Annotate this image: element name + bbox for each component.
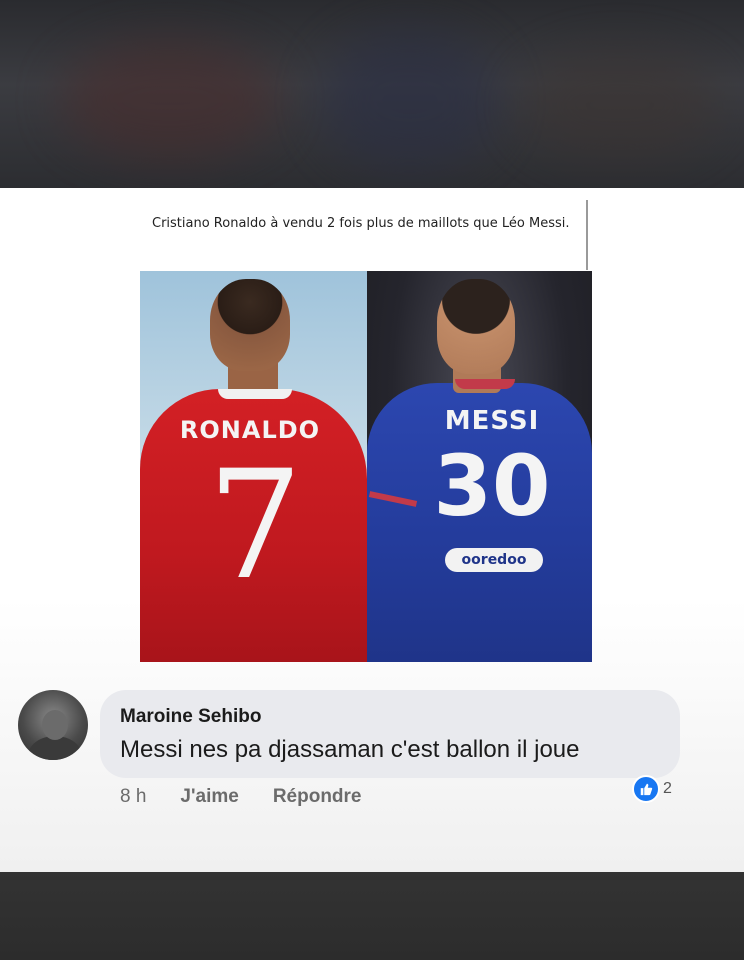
messi-shirt-number: 30 (433, 437, 551, 535)
reaction-count: 2 (663, 780, 672, 797)
like-button[interactable]: J'aime (180, 786, 238, 808)
messi-photo-half: MESSI 30 ooredoo (367, 271, 592, 662)
comment-text: Messi nes pa djassaman c'est ballon il j… (120, 736, 580, 763)
comment-screenshot-panel: Cristiano Ronaldo à vendu 2 fois plus de… (0, 188, 744, 872)
post-photo[interactable]: RONALDO 7 MESSI 30 ooredoo (140, 271, 592, 662)
avatar[interactable] (18, 690, 88, 760)
comment-bubble: Maroine Sehibo Messi nes pa djassaman c'… (100, 690, 680, 778)
thumbs-up-icon (632, 775, 660, 803)
ronaldo-shirt-number: 7 (207, 439, 303, 613)
comment-author[interactable]: Maroine Sehibo (120, 706, 261, 728)
blurred-background-bottom (0, 872, 744, 960)
caption-divider (586, 200, 588, 270)
messi-shirt-sponsor: ooredoo (445, 548, 543, 572)
post-caption: Cristiano Ronaldo à vendu 2 fois plus de… (152, 216, 570, 231)
ronaldo-head (210, 279, 290, 371)
reaction-summary[interactable]: 2 (632, 775, 672, 803)
messi-head (437, 279, 515, 374)
ronaldo-photo-half: RONALDO 7 (140, 271, 367, 662)
messi-shirt-name: MESSI (444, 406, 540, 436)
reply-button[interactable]: Répondre (273, 786, 362, 808)
comment-time: 8 h (120, 786, 147, 807)
blurred-background-top (0, 0, 744, 188)
comment-actions: 8 h J'aime Répondre (120, 786, 362, 808)
